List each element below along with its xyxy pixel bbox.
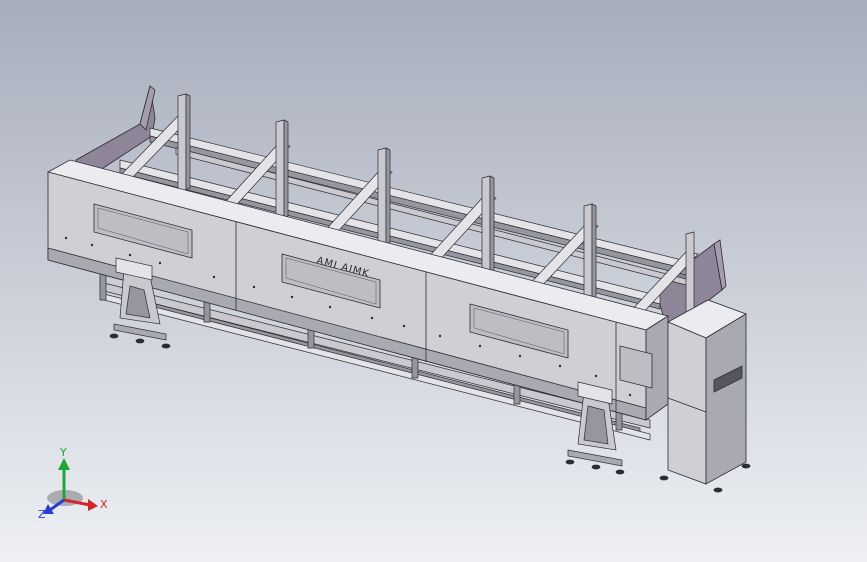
y-axis-label: Y [59,446,67,459]
z-axis-label: Z [38,508,46,521]
electrical-cabinet [659,299,751,493]
cad-viewport[interactable]: AMI AIMK Y X Z [0,0,867,562]
model-canvas[interactable]: AMI AIMK Y X Z [0,0,867,562]
x-axis-label: X [100,498,108,511]
